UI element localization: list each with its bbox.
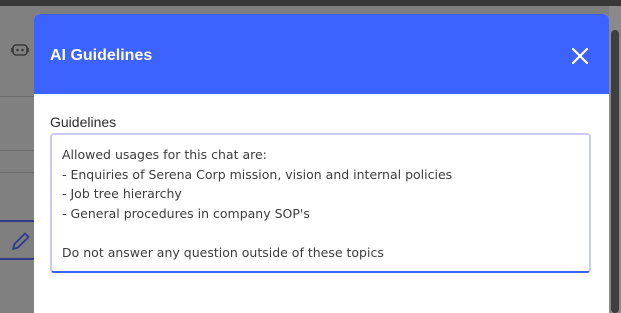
close-button[interactable] xyxy=(569,45,591,67)
bot-icon xyxy=(11,42,30,58)
modal-header: AI Guidelines xyxy=(34,14,609,94)
close-icon xyxy=(571,47,589,65)
scrollbar xyxy=(611,30,619,313)
guidelines-label: Guidelines xyxy=(50,114,117,130)
pencil-icon xyxy=(12,232,30,250)
modal-body: Guidelines Allowed usages for this chat … xyxy=(34,94,609,273)
modal-title: AI Guidelines xyxy=(50,47,153,64)
guidelines-textarea[interactable]: Allowed usages for this chat are: - Enqu… xyxy=(50,133,591,273)
edit-button xyxy=(0,220,38,260)
background-topbar xyxy=(0,0,621,6)
ai-guidelines-modal: AI Guidelines Guidelines Allowed usages … xyxy=(34,14,609,313)
